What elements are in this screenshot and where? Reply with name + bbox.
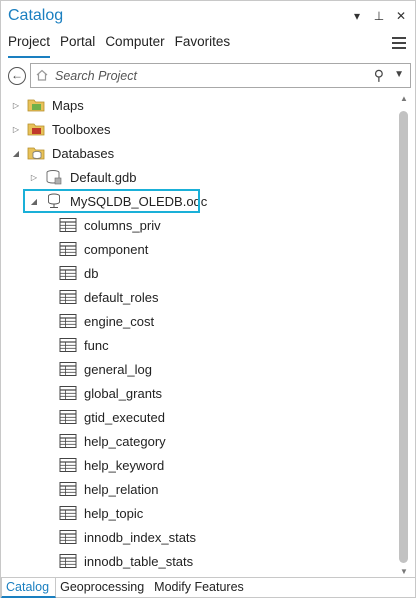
table-icon (59, 434, 77, 448)
search-input[interactable] (53, 66, 363, 85)
table-label: help_keyword (84, 457, 165, 473)
table-row[interactable]: general_log (53, 357, 152, 381)
table-row[interactable]: innodb_index_stats (53, 525, 196, 549)
collapse-icon[interactable]: ◢ (11, 149, 21, 158)
scroll-up-icon[interactable]: ▲ (400, 94, 408, 103)
tree-item-label: Databases (52, 145, 115, 161)
title-bar: Catalog ▾ ⊥ ✕ (1, 1, 415, 33)
table-label: general_log (84, 361, 152, 377)
table-icon (59, 386, 77, 400)
tab-geoprocessing[interactable]: Geoprocessing (56, 578, 150, 598)
table-row[interactable]: global_grants (53, 381, 162, 405)
search-box: ⚲ ▼ (30, 63, 411, 88)
table-icon (59, 338, 77, 352)
tab-portal[interactable]: Portal (60, 34, 95, 58)
table-label: engine_cost (84, 313, 155, 329)
scroll-thumb[interactable] (399, 111, 408, 563)
tree-item-toolboxes[interactable]: ▷ Toolboxes (11, 117, 111, 141)
table-row[interactable]: help_keyword (53, 453, 164, 477)
table-label: innodb_index_stats (84, 529, 197, 545)
table-row[interactable]: innodb_table_stats (53, 549, 193, 573)
close-icon[interactable]: ✕ (395, 9, 407, 23)
search-icon[interactable]: ⚲ (374, 67, 384, 84)
tab-computer[interactable]: Computer (105, 34, 164, 58)
tab-project[interactable]: Project (8, 34, 51, 58)
table-label: default_roles (84, 289, 159, 305)
tree-item-label: Maps (52, 97, 84, 113)
bottom-tabs: Catalog Geoprocessing Modify Features (1, 577, 415, 598)
table-row[interactable]: db (53, 261, 98, 285)
expand-icon[interactable]: ▷ (29, 173, 39, 182)
table-label: help_relation (84, 481, 159, 497)
expand-icon[interactable]: ▷ (11, 101, 21, 110)
scroll-down-icon[interactable]: ▼ (400, 567, 408, 576)
options-dropdown-icon[interactable]: ▾ (351, 9, 363, 23)
table-icon (59, 482, 77, 496)
table-row[interactable]: columns_priv (53, 213, 161, 237)
catalog-pane: Catalog ▾ ⊥ ✕ Project Portal Computer Fa… (0, 0, 416, 598)
table-label: func (84, 337, 109, 353)
table-row[interactable]: help_relation (53, 477, 158, 501)
expand-icon[interactable]: ▷ (11, 125, 21, 134)
geodatabase-icon (46, 170, 62, 185)
table-icon (59, 458, 77, 472)
tree-item-label: Default.gdb (70, 169, 137, 185)
chevron-down-icon[interactable]: ▼ (394, 69, 404, 80)
tree-item-default-gdb[interactable]: ▷ Default.gdb (29, 165, 137, 189)
table-row[interactable]: component (53, 237, 148, 261)
table-icon (59, 530, 77, 544)
home-icon[interactable] (35, 68, 49, 82)
tree-item-maps[interactable]: ▷ Maps (11, 93, 84, 117)
table-row[interactable]: func (53, 333, 109, 357)
table-icon (59, 410, 77, 424)
maps-folder-icon (27, 99, 45, 112)
tree-item-databases[interactable]: ◢ Databases (11, 141, 114, 165)
table-label: global_grants (84, 385, 163, 401)
hamburger-menu-icon[interactable] (392, 37, 406, 49)
table-icon (59, 290, 77, 304)
database-folder-icon (27, 147, 45, 160)
table-row[interactable]: gtid_executed (53, 405, 165, 429)
table-row[interactable]: engine_cost (53, 309, 154, 333)
toolbox-folder-icon (27, 123, 45, 136)
table-icon (59, 266, 77, 280)
vertical-scrollbar[interactable]: ▲ ▼ (396, 93, 412, 577)
table-row[interactable]: help_category (53, 429, 166, 453)
table-label: innodb_table_stats (84, 553, 194, 569)
table-label: db (84, 265, 99, 281)
pin-icon[interactable]: ⊥ (373, 9, 385, 23)
tree-item-label: Toolboxes (52, 121, 111, 137)
catalog-tabs: Project Portal Computer Favorites (8, 34, 230, 58)
table-label: gtid_executed (84, 409, 165, 425)
tab-modify-features[interactable]: Modify Features (150, 578, 250, 598)
table-icon (59, 242, 77, 256)
table-row[interactable]: default_roles (53, 285, 158, 309)
table-icon (59, 362, 77, 376)
back-arrow-icon[interactable]: ← (8, 67, 26, 85)
table-label: help_topic (84, 505, 144, 521)
table-icon (59, 218, 77, 232)
table-icon (59, 554, 77, 568)
tab-catalog[interactable]: Catalog (1, 578, 57, 598)
table-label: help_category (84, 433, 166, 449)
table-icon (59, 506, 77, 520)
pane-title: Catalog (8, 7, 64, 24)
table-label: columns_priv (84, 217, 161, 233)
table-label: component (84, 241, 149, 257)
tab-favorites[interactable]: Favorites (175, 34, 231, 58)
table-icon (59, 314, 77, 328)
selection-highlight (23, 189, 200, 213)
table-row[interactable]: help_topic (53, 501, 143, 525)
window-controls: ▾ ⊥ ✕ (351, 9, 407, 23)
catalog-tree: ▷ Maps ▷ Toolboxes ◢ Databases ▷ Default… (1, 93, 396, 577)
